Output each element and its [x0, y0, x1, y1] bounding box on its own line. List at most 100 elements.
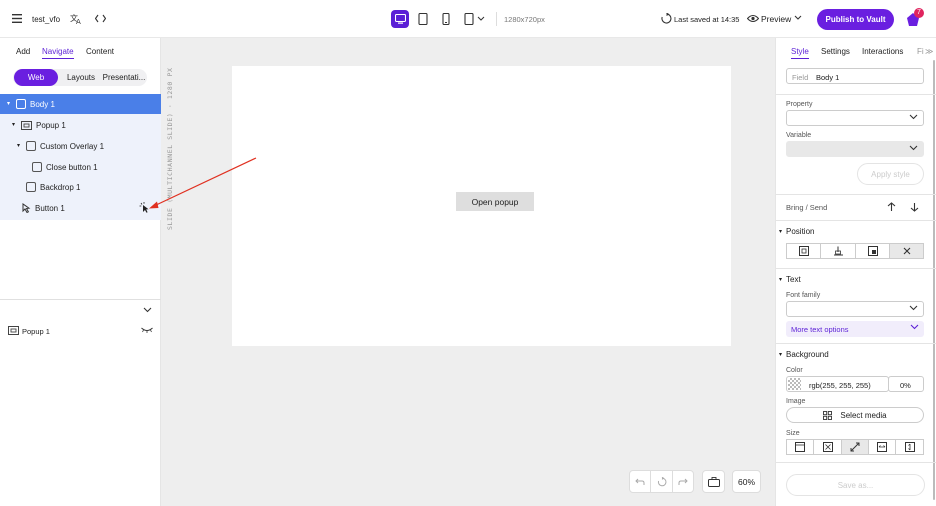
segment-presentations[interactable]: Presentati...	[101, 69, 147, 86]
tree-item-label: Backdrop 1	[40, 182, 81, 192]
frame-icon	[32, 162, 42, 172]
caret-down-icon[interactable]: ▾	[779, 276, 782, 283]
size-stretch-height-icon[interactable]	[896, 439, 924, 455]
code-icon[interactable]	[95, 14, 106, 23]
section-separator	[776, 462, 936, 463]
tab-more[interactable]: Fi	[917, 47, 924, 56]
chevron-down-icon	[909, 145, 918, 151]
preview-button[interactable]: Preview	[761, 14, 791, 24]
tabs-overflow-icon[interactable]: ≫	[925, 47, 933, 56]
caret-down-icon[interactable]: ▾	[779, 351, 782, 358]
reset-icon[interactable]	[651, 476, 671, 487]
variable-label: Variable	[786, 132, 812, 139]
undo-icon[interactable]	[630, 478, 650, 486]
open-popup-button[interactable]: Open popup	[456, 192, 534, 211]
position-static-icon[interactable]	[786, 243, 821, 259]
svg-text:A: A	[76, 18, 81, 24]
arrow-up-icon[interactable]	[883, 198, 900, 215]
button-element-icon	[21, 203, 31, 213]
tab-interactions[interactable]: Interactions	[862, 47, 903, 56]
popup-icon	[21, 120, 32, 130]
field-input[interactable]: Field Body 1	[786, 68, 924, 84]
tree-item-label: Custom Overlay 1	[40, 141, 105, 151]
media-grid-icon	[823, 410, 833, 420]
position-section-title[interactable]: Position	[786, 227, 814, 236]
tree-item-close-button[interactable]: Close button 1	[0, 157, 161, 177]
publish-to-vault-button[interactable]: Publish to Vault	[817, 9, 894, 30]
tree-item-label: Close button 1	[46, 162, 98, 172]
chevron-down-icon	[910, 324, 919, 330]
chevron-down-icon[interactable]	[794, 15, 802, 21]
tab-style[interactable]: Style	[791, 47, 809, 59]
annotation-arrow	[149, 157, 257, 209]
right-panel-scrollbar[interactable]	[933, 60, 935, 500]
position-absolute-icon[interactable]	[856, 243, 890, 259]
size-cover-icon[interactable]	[842, 439, 869, 455]
property-select[interactable]	[786, 110, 924, 126]
tablet-view-icon[interactable]	[418, 13, 428, 25]
tab-content[interactable]: Content	[86, 47, 114, 56]
frame-icon	[26, 182, 36, 192]
history-controls	[629, 470, 694, 493]
size-stretch-width-icon[interactable]	[869, 439, 896, 455]
section-separator	[776, 94, 936, 95]
select-media-button[interactable]: Select media	[786, 407, 924, 423]
fit-screen-button[interactable]	[702, 470, 725, 493]
tab-navigate[interactable]: Navigate	[42, 47, 74, 59]
caret-down-icon[interactable]: ▾	[779, 228, 782, 235]
translate-icon[interactable]: 文A	[70, 13, 82, 24]
position-none-icon[interactable]	[890, 243, 924, 259]
hamburger-menu-icon[interactable]	[12, 14, 22, 23]
property-label: Property	[786, 101, 813, 108]
tree-item-popup[interactable]: ▾ Popup 1	[0, 115, 161, 135]
tree-item-button[interactable]: Button 1	[0, 198, 161, 218]
caret-down-icon[interactable]: ▾	[7, 100, 10, 107]
caret-down-icon[interactable]: ▾	[17, 142, 20, 149]
redo-icon[interactable]	[673, 478, 693, 486]
mobile-view-icon[interactable]	[442, 13, 450, 25]
font-family-select[interactable]	[786, 301, 924, 317]
chevron-down-icon	[909, 305, 918, 311]
apply-style-button[interactable]: Apply style	[857, 163, 924, 185]
arrow-down-icon[interactable]	[906, 198, 923, 215]
opacity-input[interactable]: 0%	[888, 376, 924, 392]
frame-icon	[16, 99, 26, 109]
bring-send-label: Bring / Send	[786, 203, 828, 212]
chevron-down-icon[interactable]	[143, 307, 152, 313]
frame-icon	[26, 141, 36, 151]
chevron-down-icon	[909, 114, 918, 120]
more-text-options-label: More text options	[791, 325, 849, 334]
last-saved-text: Last saved at 14:35	[674, 15, 740, 24]
segment-web[interactable]: Web	[14, 69, 58, 86]
eye-icon[interactable]	[747, 14, 759, 23]
notification-badge: 7	[914, 8, 924, 18]
caret-down-icon[interactable]: ▾	[12, 121, 15, 128]
text-section-title[interactable]: Text	[786, 275, 801, 284]
tree-item-backdrop[interactable]: Backdrop 1	[0, 177, 161, 197]
section-separator	[776, 268, 936, 269]
size-auto-icon[interactable]	[786, 439, 814, 455]
popup-icon	[8, 326, 19, 335]
saved-status-icon	[661, 13, 672, 24]
desktop-view-button[interactable]	[391, 10, 409, 28]
section-separator	[776, 220, 936, 221]
zoom-level[interactable]: 60%	[732, 470, 761, 493]
size-contain-icon[interactable]	[814, 439, 842, 455]
variable-select[interactable]	[786, 141, 924, 157]
segment-layouts[interactable]: Layouts	[62, 69, 100, 86]
device-dropdown-icon[interactable]	[464, 13, 486, 25]
eye-closed-icon[interactable]	[141, 327, 153, 333]
tab-add[interactable]: Add	[16, 47, 30, 56]
position-relative-icon[interactable]	[821, 243, 856, 259]
tab-settings[interactable]: Settings	[821, 47, 850, 56]
popup-list-item[interactable]: Popup 1	[22, 327, 50, 336]
tree-item-body[interactable]: ▾ Body 1	[0, 94, 161, 114]
more-text-options-button[interactable]: More text options	[786, 321, 924, 337]
panel-divider	[0, 299, 161, 300]
color-input[interactable]: rgb(255, 255, 255)	[786, 376, 889, 392]
transparency-swatch[interactable]	[788, 378, 801, 390]
background-section-title[interactable]: Background	[786, 350, 829, 359]
tree-item-label: Button 1	[35, 203, 65, 213]
save-as-button[interactable]: Save as...	[786, 474, 925, 496]
tree-item-custom-overlay[interactable]: ▾ Custom Overlay 1	[0, 136, 161, 156]
